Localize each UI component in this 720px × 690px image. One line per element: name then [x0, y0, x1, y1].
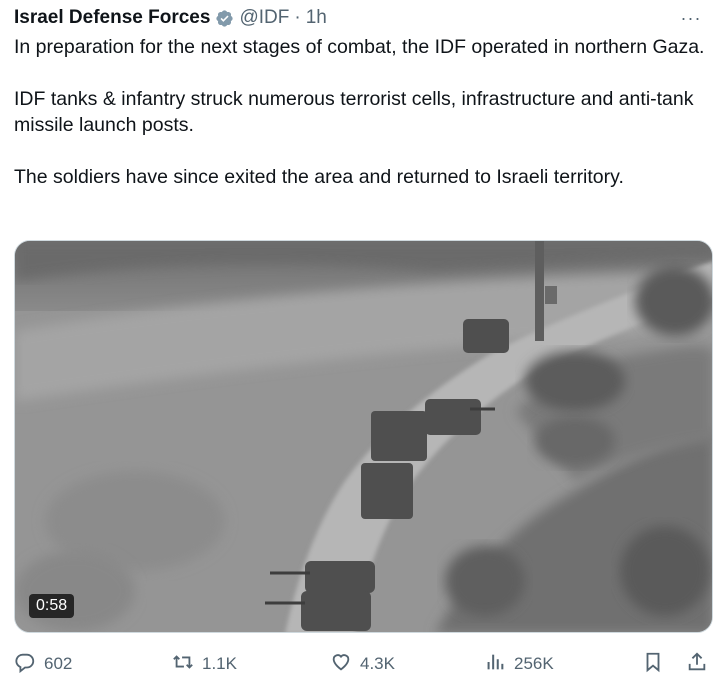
author-name[interactable]: Israel Defense Forces [14, 7, 210, 29]
like-button[interactable]: 4.3K [330, 648, 395, 680]
views-button[interactable]: 256K [484, 648, 554, 680]
tweet-timestamp[interactable]: 1h [306, 7, 327, 29]
tweet-paragraph: The soldiers have since exited the area … [14, 166, 624, 188]
bookmark-button[interactable] [642, 648, 672, 680]
retweet-icon [172, 651, 202, 678]
reply-button[interactable]: 602 [14, 648, 72, 680]
share-button[interactable] [686, 648, 716, 680]
tweet-actions: 602 1.1K 4.3K 256K [14, 648, 712, 680]
video-thumbnail [15, 241, 712, 632]
more-options-icon[interactable]: ··· [676, 4, 706, 32]
bookmark-icon [642, 651, 672, 678]
views-chart-icon [484, 651, 514, 678]
header-separator: · [294, 7, 301, 28]
verified-badge-icon [215, 9, 234, 28]
author-handle[interactable]: @IDF [239, 7, 289, 29]
reply-count: 602 [44, 654, 73, 673]
retweet-button[interactable]: 1.1K [172, 648, 237, 680]
like-count: 4.3K [360, 654, 395, 673]
heart-icon [330, 651, 360, 678]
tweet-header: Israel Defense Forces @IDF · 1h ··· [14, 4, 706, 32]
share-icon [686, 651, 716, 678]
video-duration: 0:58 [29, 594, 75, 618]
tweet-text: In preparation for the next stages of co… [14, 34, 714, 216]
views-count: 256K [514, 654, 554, 673]
retweet-count: 1.1K [202, 654, 237, 673]
video-player[interactable]: 0:58 [14, 240, 713, 633]
tweet-paragraph: In preparation for the next stages of co… [14, 36, 705, 58]
reply-icon [14, 651, 44, 678]
tweet-paragraph: IDF tanks & infantry struck numerous ter… [14, 88, 694, 136]
